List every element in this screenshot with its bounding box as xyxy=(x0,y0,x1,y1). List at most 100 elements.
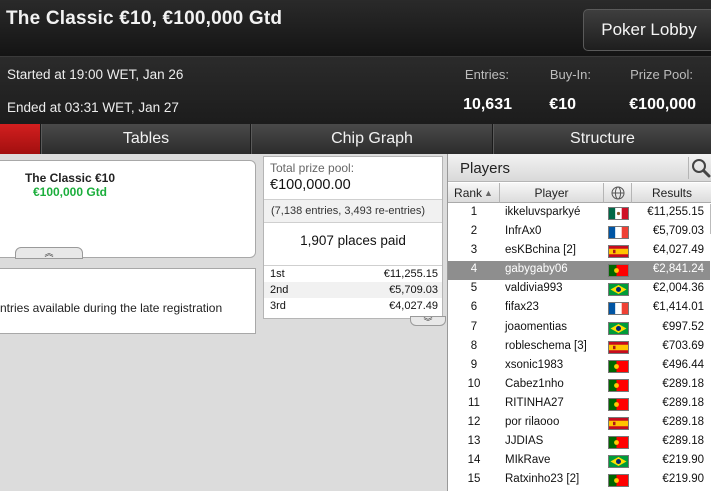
column-header-results[interactable]: Results xyxy=(632,183,711,203)
content-area: The Classic €10 €100,000 Gtd ︽ ntries av… xyxy=(0,154,711,491)
places-paid: 1,907 places paid xyxy=(300,233,406,248)
tournament-title: The Classic €10, €100,000 Gtd xyxy=(6,8,283,29)
row-result: €5,709.03 xyxy=(652,225,704,238)
table-row[interactable]: 7 joaomentias €997.52 xyxy=(448,319,710,338)
tab-info[interactable] xyxy=(0,124,40,154)
table-row[interactable]: 12 por rilaooo €289.18 xyxy=(448,414,710,433)
mexico-flag-icon xyxy=(608,207,629,220)
payout-table: 1st €11,255.15 2nd €5,709.03 3rd €4,027.… xyxy=(264,265,442,314)
france-flag-icon xyxy=(608,226,629,240)
row-player-name: fifax23 xyxy=(505,301,539,314)
tab-bar: Tables Chip Graph Structure xyxy=(0,124,711,154)
row-rank: 1 xyxy=(470,206,478,218)
payout-amount: €4,027.49 xyxy=(389,300,438,312)
buyin-value: €10 xyxy=(549,96,576,113)
portugal-flag-icon xyxy=(608,397,629,411)
table-row[interactable]: 4 gabygaby06 €2,841.24 xyxy=(448,261,710,281)
table-row[interactable]: 13 JJDIAS €289.18 xyxy=(448,433,710,452)
tournament-info-band: Started at 19:00 WET, Jan 26 Ended at 03… xyxy=(0,56,711,124)
payout-place: 1st xyxy=(270,268,285,280)
prizepool-value: €100,000 xyxy=(629,96,696,113)
column-header-country[interactable] xyxy=(604,183,632,203)
row-player-name: Ratxinho23 [2] xyxy=(505,473,580,486)
total-prize-value: €100,000.00 xyxy=(270,177,351,193)
row-rank: 6 xyxy=(470,301,478,314)
column-header-player[interactable]: Player xyxy=(500,183,604,203)
row-result: €496.44 xyxy=(662,358,704,371)
row-result: €703.69 xyxy=(662,339,704,352)
table-row[interactable]: 6 fifax23 €1,414.01 xyxy=(448,299,710,318)
tournament-info-card: The Classic €10 €100,000 Gtd ︽ xyxy=(0,160,256,259)
row-player-name: Cabez1nho xyxy=(505,377,564,390)
table-row[interactable]: 15 Ratxinho23 [2] €219.90 xyxy=(448,471,710,490)
row-player-name: ikkeluvsparkyé xyxy=(505,206,581,218)
table-row[interactable]: 1 ikkeluvsparkyé €11,255.15 xyxy=(448,204,710,223)
table-row[interactable]: 2 InfrAx0 €5,709.03 xyxy=(448,223,710,242)
row-player-name: InfrAx0 xyxy=(505,225,542,238)
row-rank: 5 xyxy=(470,282,478,295)
row-result: €11,255.15 xyxy=(647,206,704,218)
row-rank: 8 xyxy=(470,339,478,352)
title-bar: The Classic €10, €100,000 Gtd Poker Lobb… xyxy=(0,0,711,56)
prize-pool-panel: Total prize pool: €100,000.00 (7,138 ent… xyxy=(263,156,446,327)
tab-structure[interactable]: Structure xyxy=(493,124,711,154)
prizepool-label: Prize Pool: xyxy=(630,67,693,82)
row-result: €289.18 xyxy=(662,396,704,409)
row-result: €1,414.01 xyxy=(652,301,704,314)
late-registration-card: ntries available during the late registr… xyxy=(0,268,256,334)
expand-chevron-icon[interactable]: ︽ xyxy=(15,247,83,259)
row-rank: 10 xyxy=(467,377,481,390)
row-result: €289.18 xyxy=(662,416,704,429)
table-row[interactable]: 5 valdivia993 €2,004.36 xyxy=(448,280,710,299)
tab-chip-graph[interactable]: Chip Graph xyxy=(251,124,492,154)
row-player-name: por rilaooo xyxy=(505,416,560,429)
collapse-chevron-icon[interactable]: ︾ xyxy=(410,316,446,327)
row-result: €289.18 xyxy=(662,377,704,390)
row-rank: 7 xyxy=(470,320,478,333)
payout-row: 2nd €5,709.03 xyxy=(264,282,442,298)
payout-row: 3rd €4,027.49 xyxy=(264,298,442,314)
total-prize-label: Total prize pool: xyxy=(270,161,355,175)
row-result: €2,004.36 xyxy=(652,282,704,295)
portugal-flag-icon xyxy=(608,359,629,373)
row-rank: 2 xyxy=(470,225,478,238)
tab-tables[interactable]: Tables xyxy=(41,124,250,154)
row-rank: 11 xyxy=(468,396,480,409)
table-row[interactable]: 9 xsonic1983 €496.44 xyxy=(448,357,710,376)
row-player-name: xsonic1983 xyxy=(505,358,564,371)
started-time: Started at 19:00 WET, Jan 26 xyxy=(7,67,184,82)
row-player-name: valdivia993 xyxy=(505,282,563,295)
row-rank: 14 xyxy=(467,454,481,467)
late-registration-text: ntries available during the late registr… xyxy=(0,301,223,315)
row-rank: 9 xyxy=(470,358,478,371)
column-header-rank[interactable]: Rank ▲ xyxy=(448,183,500,203)
row-player-name: robleschema [3] xyxy=(505,339,587,352)
table-row[interactable]: 14 MIkRave €219.90 xyxy=(448,452,710,471)
row-rank: 4 xyxy=(470,263,478,276)
row-result: €2,841.24 xyxy=(652,263,704,276)
payout-row: 1st €11,255.15 xyxy=(264,266,442,282)
entries-value: 10,631 xyxy=(463,96,512,113)
column-rank-label: Rank xyxy=(454,185,483,200)
payout-amount: €5,709.03 xyxy=(389,284,438,296)
spain-flag-icon xyxy=(608,340,629,354)
table-row[interactable]: 10 Cabez1nho €289.18 xyxy=(448,376,710,395)
search-icon[interactable] xyxy=(688,157,711,179)
row-rank: 12 xyxy=(467,416,481,429)
row-rank: 13 xyxy=(467,435,481,448)
row-player-name: RITINHA27 xyxy=(505,396,564,409)
row-player-name: gabygaby06 xyxy=(505,263,568,276)
table-row[interactable]: 3 esKBchina [2] €4,027.49 xyxy=(448,242,710,261)
poker-lobby-button[interactable]: Poker Lobby xyxy=(583,9,711,51)
table-row[interactable]: 8 robleschema [3] €703.69 xyxy=(448,338,710,357)
row-rank: 15 xyxy=(467,473,481,486)
row-player-name: MIkRave xyxy=(505,454,551,467)
tournament-lobby-window: The Classic €10, €100,000 Gtd Poker Lobb… xyxy=(0,0,711,491)
entries-note: (7,138 entries, 3,493 re-entries) xyxy=(264,199,442,223)
table-row[interactable]: 11 RITINHA27 €289.18 xyxy=(448,395,710,414)
spain-flag-icon xyxy=(608,417,629,431)
ended-time: Ended at 03:31 WET, Jan 27 xyxy=(7,100,179,115)
buyin-label: Buy-In: xyxy=(549,67,591,82)
row-result: €219.90 xyxy=(662,454,704,467)
portugal-flag-icon xyxy=(608,436,629,450)
